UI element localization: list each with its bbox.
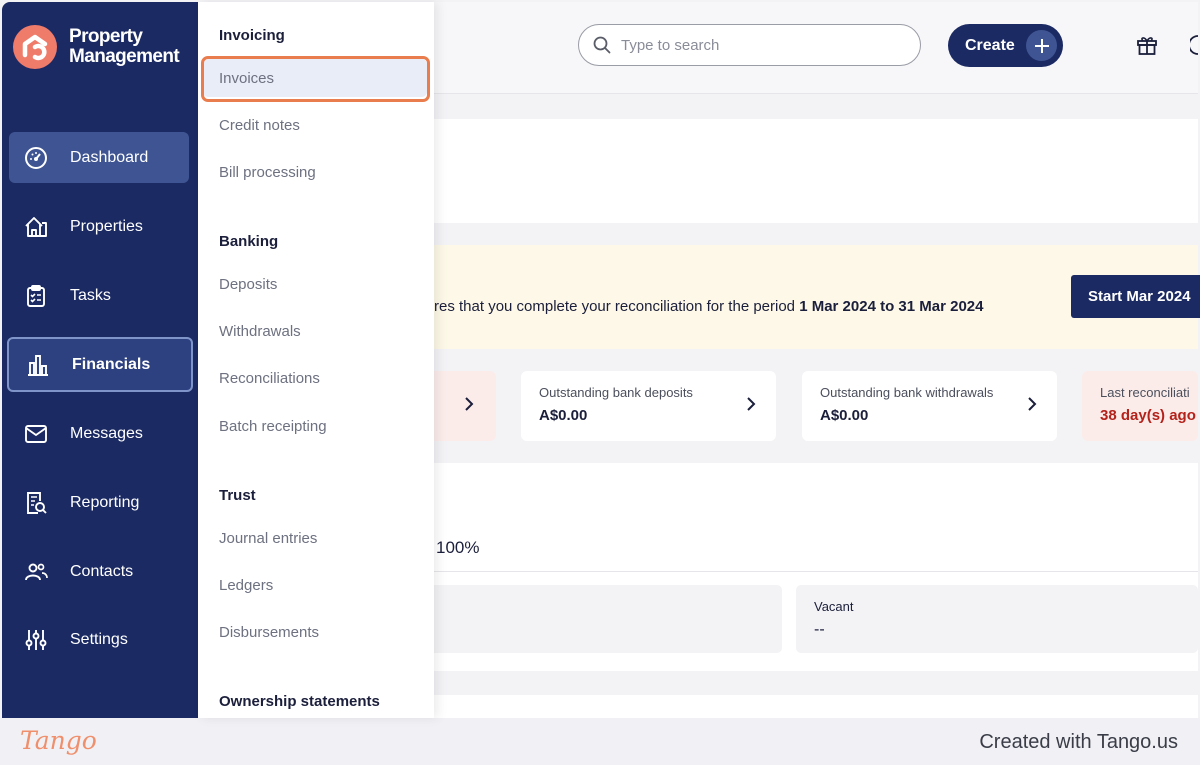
- section-title-ownership-statements: Ownership statements: [219, 693, 380, 710]
- menu-item-deposits[interactable]: Deposits: [219, 276, 277, 293]
- logo-text: Property Management: [69, 26, 180, 67]
- stat-label: Last reconciliati: [1100, 385, 1190, 400]
- stat-card-withdrawals[interactable]: Outstanding bank withdrawals A$0.00: [802, 371, 1057, 441]
- search-input[interactable]: [621, 36, 901, 54]
- menu-item-credit-notes[interactable]: Credit notes: [219, 117, 300, 134]
- footer-credit: Created with Tango.us: [979, 731, 1178, 753]
- sliders-icon: [23, 627, 49, 653]
- gift-icon[interactable]: [1136, 34, 1158, 56]
- app-logo[interactable]: Property Management: [13, 25, 180, 69]
- chevron-right-icon: [1028, 397, 1037, 411]
- house-icon: [23, 214, 49, 240]
- clipboard-icon: [23, 283, 49, 309]
- sidebar-item-contacts[interactable]: Contacts: [9, 546, 189, 597]
- sidebar-item-reporting[interactable]: Reporting: [9, 477, 189, 528]
- sidebar-item-tasks[interactable]: Tasks: [9, 270, 189, 321]
- occupancy-percent: 100%: [436, 538, 480, 557]
- gauge-icon: [23, 145, 49, 171]
- section-title-banking: Banking: [219, 233, 279, 250]
- sidebar-item-messages[interactable]: Messages: [9, 408, 189, 459]
- sidebar: Property Management Dashboard Properties …: [2, 2, 198, 718]
- section-title-trust: Trust: [219, 487, 256, 504]
- search-icon: [593, 36, 611, 54]
- sidebar-item-label: Reporting: [70, 493, 140, 511]
- help-icon[interactable]: [1190, 34, 1198, 56]
- highlight-ring: [201, 56, 430, 102]
- tango-logo: Tango: [20, 726, 97, 755]
- stat-value: A$0.00: [820, 407, 869, 424]
- vacant-value: --: [814, 621, 825, 638]
- banner-period: 1 Mar 2024 to 31 Mar 2024: [799, 298, 984, 315]
- plus-icon: [1026, 30, 1057, 61]
- sidebar-item-settings[interactable]: Settings: [9, 614, 189, 665]
- sidebar-item-label: Contacts: [70, 562, 134, 580]
- logo-mark-icon: [13, 25, 57, 69]
- banner-text: res that you complete your reconciliatio…: [434, 298, 984, 315]
- menu-item-bill-processing[interactable]: Bill processing: [219, 164, 316, 181]
- sidebar-item-dashboard[interactable]: Dashboard: [9, 132, 189, 183]
- stat-card-last-reconciliation[interactable]: Last reconciliati 38 day(s) ago: [1082, 371, 1198, 441]
- sidebar-item-label: Financials: [72, 355, 151, 373]
- stat-value: A$0.00: [539, 407, 588, 424]
- stat-label: Outstanding bank withdrawals: [820, 385, 994, 400]
- report-search-icon: [23, 490, 49, 516]
- sidebar-item-label: Messages: [70, 424, 143, 442]
- search-box[interactable]: [578, 24, 921, 66]
- chevron-right-icon: [465, 397, 474, 411]
- create-button-label: Create: [965, 36, 1015, 54]
- stat-value: 38 day(s) ago: [1100, 407, 1196, 424]
- sidebar-item-label: Settings: [70, 630, 128, 648]
- footer: Tango Created with Tango.us: [0, 718, 1200, 765]
- menu-item-batch-receipting[interactable]: Batch receipting: [219, 418, 327, 435]
- create-button[interactable]: Create: [948, 24, 1063, 67]
- people-icon: [23, 559, 49, 585]
- vacant-box: Vacant --: [796, 585, 1198, 653]
- bar-chart-icon: [25, 352, 51, 378]
- sidebar-item-label: Dashboard: [70, 148, 149, 166]
- menu-item-reconciliations[interactable]: Reconciliations: [219, 370, 320, 387]
- envelope-icon: [23, 421, 49, 447]
- start-reconciliation-button[interactable]: Start Mar 2024: [1071, 275, 1200, 318]
- vacant-label: Vacant: [814, 599, 854, 614]
- stat-card-deposits[interactable]: Outstanding bank deposits A$0.00: [521, 371, 776, 441]
- menu-item-disbursements[interactable]: Disbursements: [219, 624, 319, 641]
- sidebar-item-financials[interactable]: Financials: [7, 337, 193, 392]
- menu-item-journal-entries[interactable]: Journal entries: [219, 530, 317, 547]
- stat-label: Outstanding bank deposits: [539, 385, 693, 400]
- section-title-invoicing: Invoicing: [219, 27, 285, 44]
- menu-item-withdrawals[interactable]: Withdrawals: [219, 323, 301, 340]
- sidebar-item-properties[interactable]: Properties: [9, 201, 189, 252]
- sidebar-item-label: Properties: [70, 217, 143, 235]
- sidebar-item-label: Tasks: [70, 286, 111, 304]
- financials-flyout-menu: Invoicing Invoices Credit notes Bill pro…: [198, 2, 434, 718]
- chevron-right-icon: [747, 397, 756, 411]
- menu-item-ledgers[interactable]: Ledgers: [219, 577, 273, 594]
